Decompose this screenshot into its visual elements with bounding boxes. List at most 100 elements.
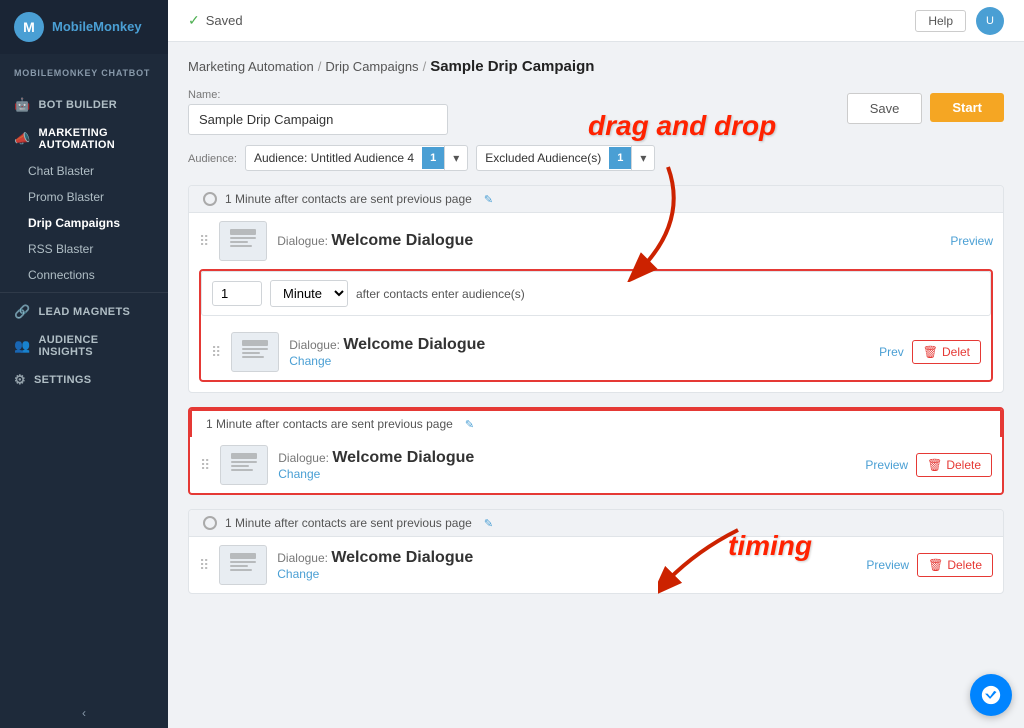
breadcrumb-sep-2: /: [423, 59, 427, 74]
sidebar-collapse-button[interactable]: ‹: [0, 698, 168, 728]
step-1-preview-link[interactable]: Preview: [950, 234, 993, 248]
step-1-dialogue-info: Dialogue: Welcome Dialogue: [277, 232, 940, 250]
step-1-change-link[interactable]: Change: [289, 354, 869, 368]
step-3-actions: Preview 🗑 Delete: [866, 553, 993, 577]
step-3-dlg-name: Welcome Dialogue: [331, 549, 473, 566]
sidebar-item-lead-magnets[interactable]: 🔗 LEAD MAGNETS: [0, 297, 168, 327]
step-1-dialogue-label: Dialogue:: [277, 234, 331, 248]
step-1-inner-dialogue-icon: [231, 332, 279, 372]
step-2-header-text: 1 Minute after contacts are sent previou…: [206, 417, 453, 431]
audience-insights-icon: 👥: [14, 338, 31, 354]
messenger-fab[interactable]: [970, 674, 1012, 716]
sidebar-item-audience-insights[interactable]: 👥 AUDIENCE INSIGHTS: [0, 327, 168, 365]
audience-row: Audience: Audience: Untitled Audience 4 …: [188, 145, 847, 171]
step-2-header: 1 Minute after contacts are sent previou…: [190, 409, 1002, 437]
topbar-right: Help U: [915, 7, 1004, 35]
campaign-name-input[interactable]: [188, 104, 448, 135]
sidebar-sub-item-chat-blaster[interactable]: Chat Blaster: [0, 158, 168, 184]
name-label: Name:: [188, 89, 847, 101]
step-1-inner-dialogue-info: Dialogue: Welcome Dialogue Change: [289, 336, 869, 368]
sidebar-item-marketing-automation[interactable]: 📣 MARKETING AUTOMATION: [0, 120, 168, 158]
step-3-header: 1 Minute after contacts are sent previou…: [189, 510, 1003, 537]
sidebar-item-label: LEAD MAGNETS: [39, 306, 131, 318]
breadcrumb-current: Sample Drip Campaign: [430, 58, 594, 75]
campaign-header: Name: Audience: Audience: Untitled Audie…: [188, 89, 1004, 171]
sidebar-sub-item-promo-blaster[interactable]: Promo Blaster: [0, 184, 168, 210]
sidebar-item-label: AUDIENCE INSIGHTS: [39, 334, 155, 358]
sidebar-sub-item-rss-blaster[interactable]: RSS Blaster: [0, 236, 168, 262]
sidebar-item-label: BOT BUILDER: [39, 99, 117, 111]
step-1-edit-icon[interactable]: ✎: [484, 193, 493, 206]
audience-select[interactable]: Audience: Untitled Audience 4 1 ▾: [245, 145, 468, 171]
step-2-change-link[interactable]: Change: [278, 467, 855, 481]
lead-magnets-icon: 🔗: [14, 304, 31, 320]
campaign-buttons: Save Start: [847, 93, 1004, 124]
sidebar-sub-item-connections[interactable]: Connections: [0, 262, 168, 288]
step-1-inner-dlg-name: Welcome Dialogue: [343, 336, 485, 353]
step-1-radio[interactable]: [203, 192, 217, 206]
campaign-form: Name: Audience: Audience: Untitled Audie…: [188, 89, 847, 171]
timing-number-input[interactable]: [212, 281, 262, 306]
step-1-timing-row: Minute Hour Day after contacts enter aud…: [201, 271, 991, 316]
step-3-header-text: 1 Minute after contacts are sent previou…: [225, 516, 472, 530]
step-2-edit-icon[interactable]: ✎: [465, 418, 474, 431]
step-3-change-link[interactable]: Change: [277, 567, 856, 581]
save-button[interactable]: Save: [847, 93, 923, 124]
logo-icon: M: [14, 12, 44, 42]
step-2-dialogue-icon: [220, 445, 268, 485]
breadcrumb-drip-campaigns[interactable]: Drip Campaigns: [325, 59, 418, 74]
audience-badge: 1: [422, 147, 444, 169]
start-button[interactable]: Start: [930, 93, 1004, 122]
excluded-dropdown-arrow[interactable]: ▾: [631, 146, 654, 170]
step-2-preview-link[interactable]: Preview: [865, 458, 908, 472]
excluded-audience-text: Excluded Audience(s): [477, 146, 609, 170]
sidebar: M MobileMonkey MobileMonkey Chatbot 🤖 BO…: [0, 0, 168, 728]
sidebar-item-label: MARKETING AUTOMATION: [39, 127, 155, 151]
audience-dropdown-arrow[interactable]: ▾: [444, 146, 467, 170]
sidebar-item-settings[interactable]: ⚙ SETTINGS: [0, 365, 168, 395]
drip-step-3: 1 Minute after contacts are sent previou…: [188, 509, 1004, 594]
step-3-radio[interactable]: [203, 516, 217, 530]
drip-step-1: 1 Minute after contacts are sent previou…: [188, 185, 1004, 393]
help-button[interactable]: Help: [915, 10, 966, 32]
topbar-saved: ✓ Saved: [188, 12, 243, 29]
logo-text: MobileMonkey: [52, 19, 142, 35]
sidebar-sub-item-drip-campaigns[interactable]: Drip Campaigns: [0, 210, 168, 236]
step-1-inner-drag-handle[interactable]: ⠿: [211, 344, 221, 361]
excluded-badge: 1: [609, 147, 631, 169]
logo-monkey: Monkey: [93, 19, 141, 34]
step-3-drag-handle[interactable]: ⠿: [199, 557, 209, 574]
audience-select-text: Audience: Untitled Audience 4: [246, 146, 422, 170]
step-3-edit-icon[interactable]: ✎: [484, 517, 493, 530]
step-2-delete-button[interactable]: 🗑 Delete: [916, 453, 992, 477]
step-1-inner-delete-button[interactable]: 🗑 Delet: [912, 340, 981, 364]
step-3-preview-link[interactable]: Preview: [866, 558, 909, 572]
trash-icon: 🗑: [923, 345, 938, 359]
marketing-automation-icon: 📣: [14, 131, 31, 147]
breadcrumb-marketing-automation[interactable]: Marketing Automation: [188, 59, 314, 74]
breadcrumb-sep-1: /: [318, 59, 322, 74]
sidebar-divider-1: [0, 292, 168, 293]
step-1-outer-dialogue-row: ⠿ Dialogue: Welcome Dialogue Preview: [189, 213, 1003, 269]
step-3-dialogue-row: ⠿ Dialogue: Welcome Dialogue Change Prev…: [189, 537, 1003, 593]
step-2-drag-handle[interactable]: ⠿: [200, 457, 210, 474]
step-1-dialogue-icon: [219, 221, 267, 261]
timing-text: after contacts enter audience(s): [356, 287, 525, 301]
settings-icon: ⚙: [14, 372, 26, 388]
sidebar-item-bot-builder[interactable]: 🤖 BOT BUILDER: [0, 90, 168, 120]
excluded-audience-select[interactable]: Excluded Audience(s) 1 ▾: [476, 145, 655, 171]
step-1-drag-handle[interactable]: ⠿: [199, 233, 209, 250]
avatar: U: [976, 7, 1004, 35]
step-3-delete-button[interactable]: 🗑 Delete: [917, 553, 993, 577]
step-1-inner-highlighted: Minute Hour Day after contacts enter aud…: [199, 269, 993, 382]
step-1-inner-preview-link[interactable]: Prev: [879, 345, 904, 359]
drip-step-3-section: 1 Minute after contacts are sent previou…: [188, 509, 1004, 594]
saved-check-icon: ✓: [188, 12, 200, 29]
page-content: drag and drop timing: [168, 42, 1024, 728]
timing-unit-select[interactable]: Minute Hour Day: [270, 280, 348, 307]
main-wrapper: ✓ Saved Help U drag and drop timing: [168, 0, 1024, 728]
breadcrumb: Marketing Automation / Drip Campaigns / …: [188, 58, 1004, 75]
step-1-inner-actions: Prev 🗑 Delet: [879, 340, 981, 364]
trash-icon-2: 🗑: [927, 458, 942, 472]
sidebar-logo: M MobileMonkey: [0, 0, 168, 54]
